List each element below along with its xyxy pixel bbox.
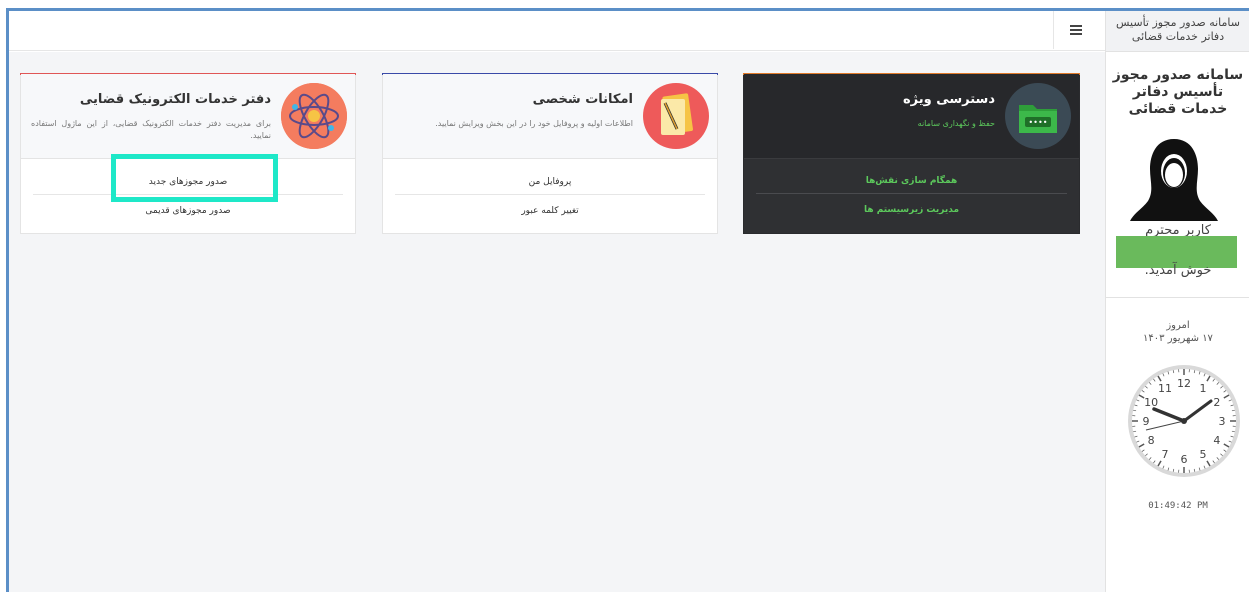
clock-number: 1 [1200, 382, 1207, 395]
today-block: امروز ۱۷ شهریور ۱۴۰۳ [1106, 319, 1249, 345]
sidebar: سامانه صدور مجوز تأسیس دفاتر خدمات قضائی… [1105, 11, 1249, 592]
welcome-text: خوش آمدید. [1144, 263, 1212, 278]
clock-number: 9 [1143, 415, 1150, 428]
card-title: دسترسی ویژه [902, 92, 995, 107]
digital-time: 01:49:42 PM [1148, 501, 1208, 511]
menu-toggle-button[interactable] [1053, 11, 1097, 49]
card-description: حفظ و نگهداری سامانه [917, 119, 995, 128]
clock-number: 8 [1148, 434, 1155, 447]
card-judicial-office: دفتر خدمات الکترونیک قضایی برای مدیریت د… [20, 73, 356, 234]
analog-clock: 12 1 2 3 4 5 6 7 8 9 10 11 [1126, 363, 1242, 479]
card-title: امکانات شخصی [532, 92, 633, 107]
card-header: امکانات شخصی اطلاعات اولیه و پروفایل خود… [383, 74, 717, 159]
password-folder-icon: •••• [1005, 83, 1071, 149]
top-navbar [9, 11, 1105, 51]
clock-number: 7 [1162, 448, 1169, 461]
change-password-link[interactable]: تغییر کلمه عبور [395, 198, 705, 224]
avatar [1126, 135, 1222, 225]
clock-number: 2 [1213, 396, 1220, 409]
header-title-line1: سامانه صدور مجوز تأسیس [1116, 16, 1240, 29]
clock-icon: 12 12 3 45678 9 1011 [1128, 365, 1240, 477]
today-label: امروز [1166, 320, 1190, 331]
clock-number: 12 [1177, 377, 1191, 390]
my-profile-link[interactable]: پروفایل من [395, 169, 705, 195]
card-personal: امکانات شخصی اطلاعات اولیه و پروفایل خود… [382, 73, 718, 234]
user-avatar-icon [1130, 139, 1218, 221]
card-description: اطلاعات اولیه و پروفایل خود را در این بخ… [435, 119, 633, 128]
atom-icon [281, 83, 347, 149]
clock-number: 11 [1158, 382, 1172, 395]
card-title: دفتر خدمات الکترونیک قضایی [79, 92, 271, 107]
sync-roles-link[interactable]: همگام سازی نقش‌ها [756, 168, 1067, 194]
old-licenses-link[interactable]: صدور مجوزهای قدیمی [33, 198, 343, 224]
header-title-line2: دفاتر خدمات قضائی [1131, 30, 1225, 43]
hamburger-icon [1069, 25, 1082, 35]
clock-number: 5 [1200, 448, 1207, 461]
sidebar-app-title: سامانه صدور مجوز تأسیس دفاتر خدمات قضائی [1112, 67, 1244, 117]
today-date: ۱۷ شهریور ۱۴۰۳ [1143, 333, 1213, 344]
card-header: دفتر خدمات الکترونیک قضایی برای مدیریت د… [21, 74, 355, 159]
manage-subsystems-link[interactable]: مدیریت زیرسیستم ها [756, 197, 1067, 223]
sidebar-divider [1106, 297, 1249, 298]
sidebar-header: سامانه صدور مجوز تأسیس دفاتر خدمات قضائی [1106, 11, 1249, 52]
card-special-access: •••• دسترسی ویژه حفظ و نگهداری سامانه هم… [743, 73, 1080, 234]
clock-number: 10 [1144, 396, 1158, 409]
clock-number: 4 [1213, 434, 1220, 447]
card-description: برای مدیریت دفتر خدمات الکترونیک قضایی، … [31, 119, 271, 140]
svg-text:••••: •••• [1028, 118, 1047, 127]
notebook-icon [643, 83, 709, 149]
card-header: •••• دسترسی ویژه حفظ و نگهداری سامانه [744, 74, 1079, 159]
clock-number: 3 [1219, 415, 1226, 428]
new-licenses-link[interactable]: صدور مجوزهای جدید [33, 169, 343, 195]
clock-number: 6 [1181, 453, 1188, 466]
